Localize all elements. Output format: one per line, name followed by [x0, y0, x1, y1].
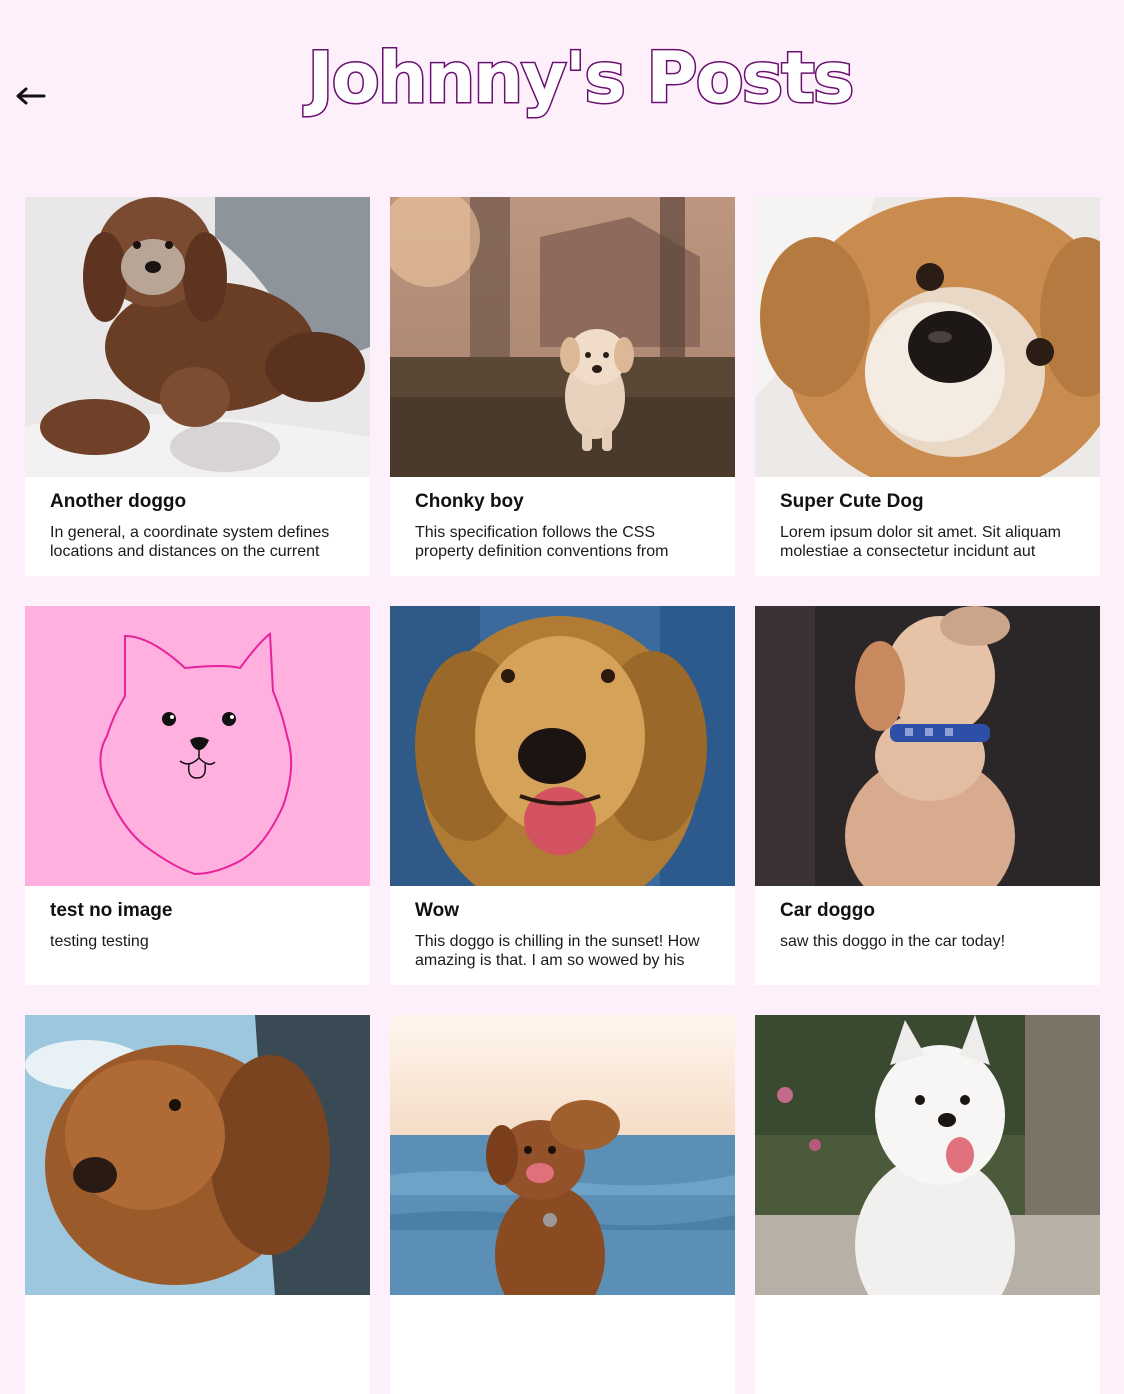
post-title: Another doggo [50, 491, 187, 512]
post-description: saw this doggo in the car today! [780, 933, 1006, 950]
post-image [25, 606, 370, 886]
post-card[interactable]: Wow This doggo is chilling in the sunset… [390, 606, 735, 985]
post-card[interactable]: Super Cute Dog Lorem ipsum dolor sit ame… [755, 197, 1100, 576]
post-title: test no image [50, 900, 173, 921]
post-description: This specification follows the CSS prope… [415, 524, 669, 560]
page-title: Johnny's Posts [306, 36, 856, 121]
post-image [755, 606, 1100, 886]
post-description: In general, a coordinate system defines … [50, 524, 330, 560]
post-card[interactable] [755, 1015, 1100, 1394]
post-card[interactable] [25, 1015, 370, 1394]
post-image [390, 606, 735, 886]
post-description: This doggo is chilling in the sunset! Ho… [415, 933, 700, 969]
post-title: Car doggo [780, 900, 875, 921]
post-title: Chonky boy [415, 491, 524, 512]
post-card[interactable]: Another doggo In general, a coordinate s… [25, 197, 370, 576]
post-card[interactable] [390, 1015, 735, 1394]
post-image [25, 197, 370, 477]
post-card[interactable]: Chonky boy This specification follows th… [390, 197, 735, 576]
post-image [755, 197, 1100, 477]
post-image [25, 1015, 370, 1295]
post-title: Wow [415, 900, 459, 921]
post-description: testing testing [50, 933, 149, 950]
post-card[interactable]: Car doggo saw this doggo in the car toda… [755, 606, 1100, 985]
post-description: Lorem ipsum dolor sit amet. Sit aliquam … [780, 524, 1061, 560]
posts-grid: Another doggo In general, a coordinate s… [25, 197, 1100, 1394]
post-image [390, 197, 735, 477]
post-image [755, 1015, 1100, 1295]
post-image [390, 1015, 735, 1295]
post-title: Super Cute Dog [780, 491, 924, 512]
post-card[interactable]: test no image testing testing [25, 606, 370, 985]
